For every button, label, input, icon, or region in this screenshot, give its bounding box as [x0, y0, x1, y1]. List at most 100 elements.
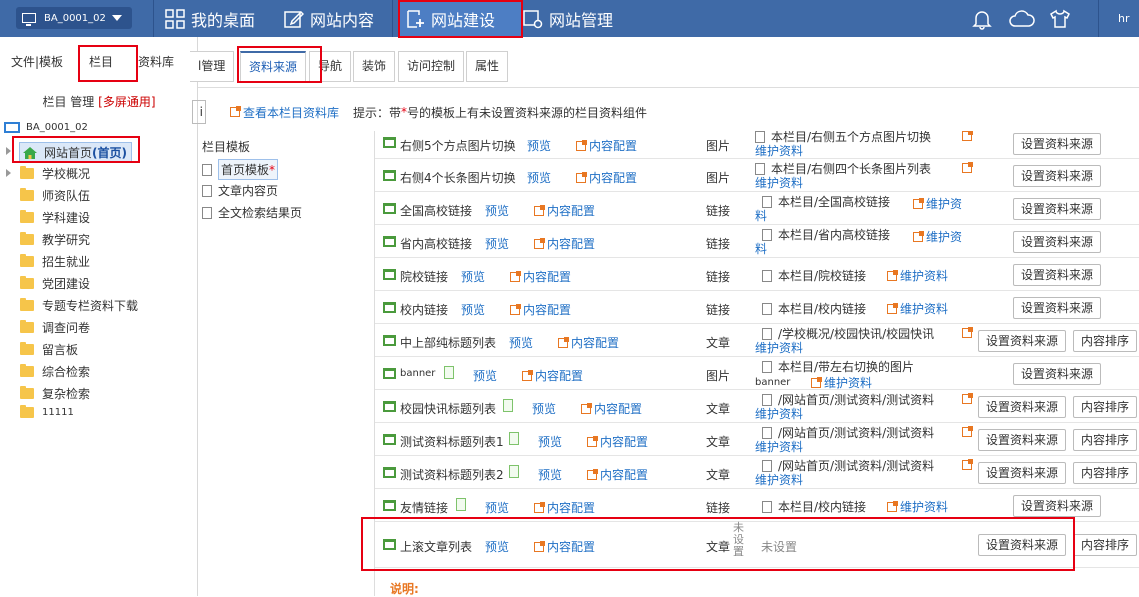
tab-access-control[interactable]: 访问控制	[398, 51, 465, 82]
tree-column-item[interactable]: 综合检索	[20, 363, 90, 380]
config-link-group[interactable]: 内容配置	[534, 202, 595, 219]
config-link: 内容配置	[589, 139, 638, 153]
set-source-button[interactable]: 设置资料来源	[978, 429, 1067, 451]
maintain-link[interactable]: 维护资料	[755, 341, 803, 355]
tree-column-item[interactable]: 招生就业	[20, 253, 90, 270]
sort-content-button[interactable]: 内容排序	[1073, 396, 1138, 418]
cloud-icon[interactable]	[1009, 8, 1035, 30]
preview-link[interactable]: 预览	[538, 433, 562, 450]
cut-button[interactable]: i	[192, 100, 206, 124]
tab-library[interactable]: 资料库	[138, 53, 174, 70]
preview-link[interactable]: 预览	[538, 466, 562, 483]
preview-link[interactable]: 预览	[473, 367, 497, 384]
config-link-group[interactable]: 内容配置	[534, 235, 595, 252]
set-source-button[interactable]: 设置资料来源	[978, 462, 1067, 484]
maintain-link[interactable]: 维护资料	[755, 440, 803, 454]
tree-column-item[interactable]: 教学研究	[20, 231, 90, 248]
nav-site-manage[interactable]: 网站管理	[523, 0, 613, 37]
nav-content[interactable]: 网站内容	[284, 0, 374, 37]
tree-column-item[interactable]: 专题专栏资料下载	[20, 297, 138, 314]
tree-column-item[interactable]: 师资队伍	[20, 187, 90, 204]
nav-desktop[interactable]: 我的桌面	[165, 0, 255, 37]
expand-arrow-icon[interactable]	[6, 169, 11, 177]
set-source-button[interactable]: 设置资料来源	[1013, 297, 1102, 319]
tree-column-item[interactable]: 学校概况	[20, 165, 90, 182]
config-link-group[interactable]: 内容配置	[587, 433, 648, 450]
set-source-button[interactable]: 设置资料来源	[1013, 363, 1102, 385]
view-library-link[interactable]: 查看本栏目资料库	[243, 104, 339, 121]
tree-column-item[interactable]: 留言板	[20, 341, 78, 358]
tab-column[interactable]: 栏目	[89, 53, 113, 70]
set-source-button[interactable]: 设置资料来源	[1013, 495, 1102, 517]
user-name[interactable]: hr	[1118, 12, 1130, 25]
set-source-button[interactable]: 设置资料来源	[1013, 133, 1102, 155]
tab-decoration[interactable]: 装饰	[353, 51, 396, 82]
set-source-button[interactable]: 设置资料来源	[1013, 198, 1102, 220]
tab-file-template[interactable]: 文件|模板	[11, 53, 63, 70]
set-source-button[interactable]: 设置资料来源	[978, 396, 1067, 418]
preview-link[interactable]: 预览	[509, 334, 533, 351]
config-link-group[interactable]: 内容配置	[510, 268, 571, 285]
tree-column-item[interactable]: 调查问卷	[20, 319, 90, 336]
tree-column-item[interactable]: 复杂检索	[20, 385, 90, 402]
nav-site-build[interactable]: 网站建设	[399, 0, 521, 37]
maintain-link-group[interactable]: 维护资	[913, 228, 962, 245]
nav-site-build-label: 网站建设	[431, 10, 496, 30]
maintain-link[interactable]: 维护资料	[755, 176, 803, 190]
sort-content-button[interactable]: 内容排序	[1073, 534, 1138, 556]
preview-link[interactable]: 预览	[485, 235, 509, 252]
template-item-article[interactable]: 文章内容页	[202, 182, 278, 199]
config-link-group[interactable]: 内容配置	[534, 538, 595, 555]
maintain-link[interactable]: 维护资料	[755, 144, 803, 158]
config-link-group[interactable]: 内容配置	[558, 334, 619, 351]
preview-link[interactable]: 预览	[461, 268, 485, 285]
set-source-button[interactable]: 设置资料来源	[1013, 165, 1102, 187]
config-link-group[interactable]: 内容配置	[522, 367, 583, 384]
set-source-button[interactable]: 设置资料来源	[978, 534, 1067, 556]
preview-link[interactable]: 预览	[532, 400, 556, 417]
config-link-group[interactable]: 内容配置	[534, 499, 595, 516]
config-link-group[interactable]: 内容配置	[581, 400, 642, 417]
tab-properties[interactable]: 属性	[466, 51, 509, 82]
preview-link[interactable]: 预览	[527, 137, 551, 154]
config-link-group[interactable]: 内容配置	[587, 466, 648, 483]
config-link: 内容配置	[523, 270, 572, 284]
tree-home-node[interactable]: 网站首页 (首页)	[19, 142, 132, 163]
template-item-search[interactable]: 全文检索结果页	[202, 204, 302, 221]
tab-data-source[interactable]: 资料来源	[240, 51, 307, 82]
sort-content-button[interactable]: 内容排序	[1073, 462, 1138, 484]
config-link-group[interactable]: 内容配置	[576, 137, 637, 154]
preview-link[interactable]: 预览	[461, 301, 485, 318]
preview-link[interactable]: 预览	[485, 499, 509, 516]
sort-content-button[interactable]: 内容排序	[1073, 429, 1138, 451]
config-link-group[interactable]: 内容配置	[576, 169, 637, 186]
preview-link[interactable]: 预览	[485, 538, 509, 555]
maintain-link[interactable]: 维护资料	[755, 473, 803, 487]
maintain-link-wrap[interactable]: 料	[755, 209, 767, 223]
tab-manage[interactable]: l管理	[190, 51, 235, 82]
expand-arrow-icon[interactable]	[6, 147, 11, 155]
tree-column-item[interactable]: 11111	[20, 405, 74, 418]
template-item-home[interactable]: 首页模板*	[202, 159, 279, 180]
maintain-link-group[interactable]: 维护资料	[811, 374, 872, 391]
sort-content-button[interactable]: 内容排序	[1073, 330, 1138, 352]
maintain-link[interactable]: 维护资料	[755, 407, 803, 421]
tree-column-item[interactable]: 党团建设	[20, 275, 90, 292]
maintain-link-group[interactable]: 维护资料	[887, 300, 948, 317]
preview-link[interactable]: 预览	[485, 202, 509, 219]
tab-navigation[interactable]: 导航	[309, 51, 352, 82]
site-selector[interactable]: BA_0001_02	[16, 7, 132, 29]
maintain-link-group[interactable]: 维护资料	[887, 267, 948, 284]
tshirt-icon[interactable]	[1049, 8, 1071, 30]
preview-link[interactable]: 预览	[527, 169, 551, 186]
maintain-link-wrap[interactable]: 料	[755, 242, 767, 256]
tree-column-item[interactable]: 学科建设	[20, 209, 90, 226]
set-source-button[interactable]: 设置资料来源	[978, 330, 1067, 352]
config-link-group[interactable]: 内容配置	[510, 301, 571, 318]
set-source-button[interactable]: 设置资料来源	[1013, 264, 1102, 286]
maintain-link-group[interactable]: 维护资	[913, 195, 962, 212]
bell-icon[interactable]	[971, 8, 993, 30]
set-source-button[interactable]: 设置资料来源	[1013, 231, 1102, 253]
tree-root[interactable]: BA_0001_02	[4, 122, 88, 133]
maintain-link-group[interactable]: 维护资料	[887, 498, 948, 515]
